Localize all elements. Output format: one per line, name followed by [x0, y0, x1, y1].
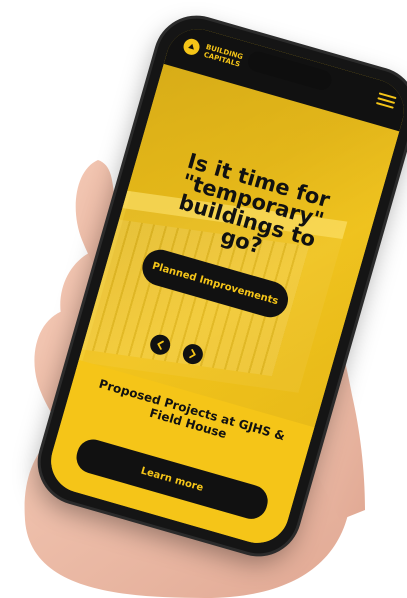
learn-more-button[interactable]: Learn more [72, 435, 272, 523]
logo-mark-icon [181, 36, 202, 57]
hamburger-icon[interactable] [375, 92, 397, 109]
logo-text: BUILDING CAPITALS [203, 43, 244, 69]
brand-logo[interactable]: BUILDING CAPITALS [181, 36, 244, 69]
device-mockup-scene: BUILDING CAPITALS Is it time for "tempor… [0, 0, 407, 598]
